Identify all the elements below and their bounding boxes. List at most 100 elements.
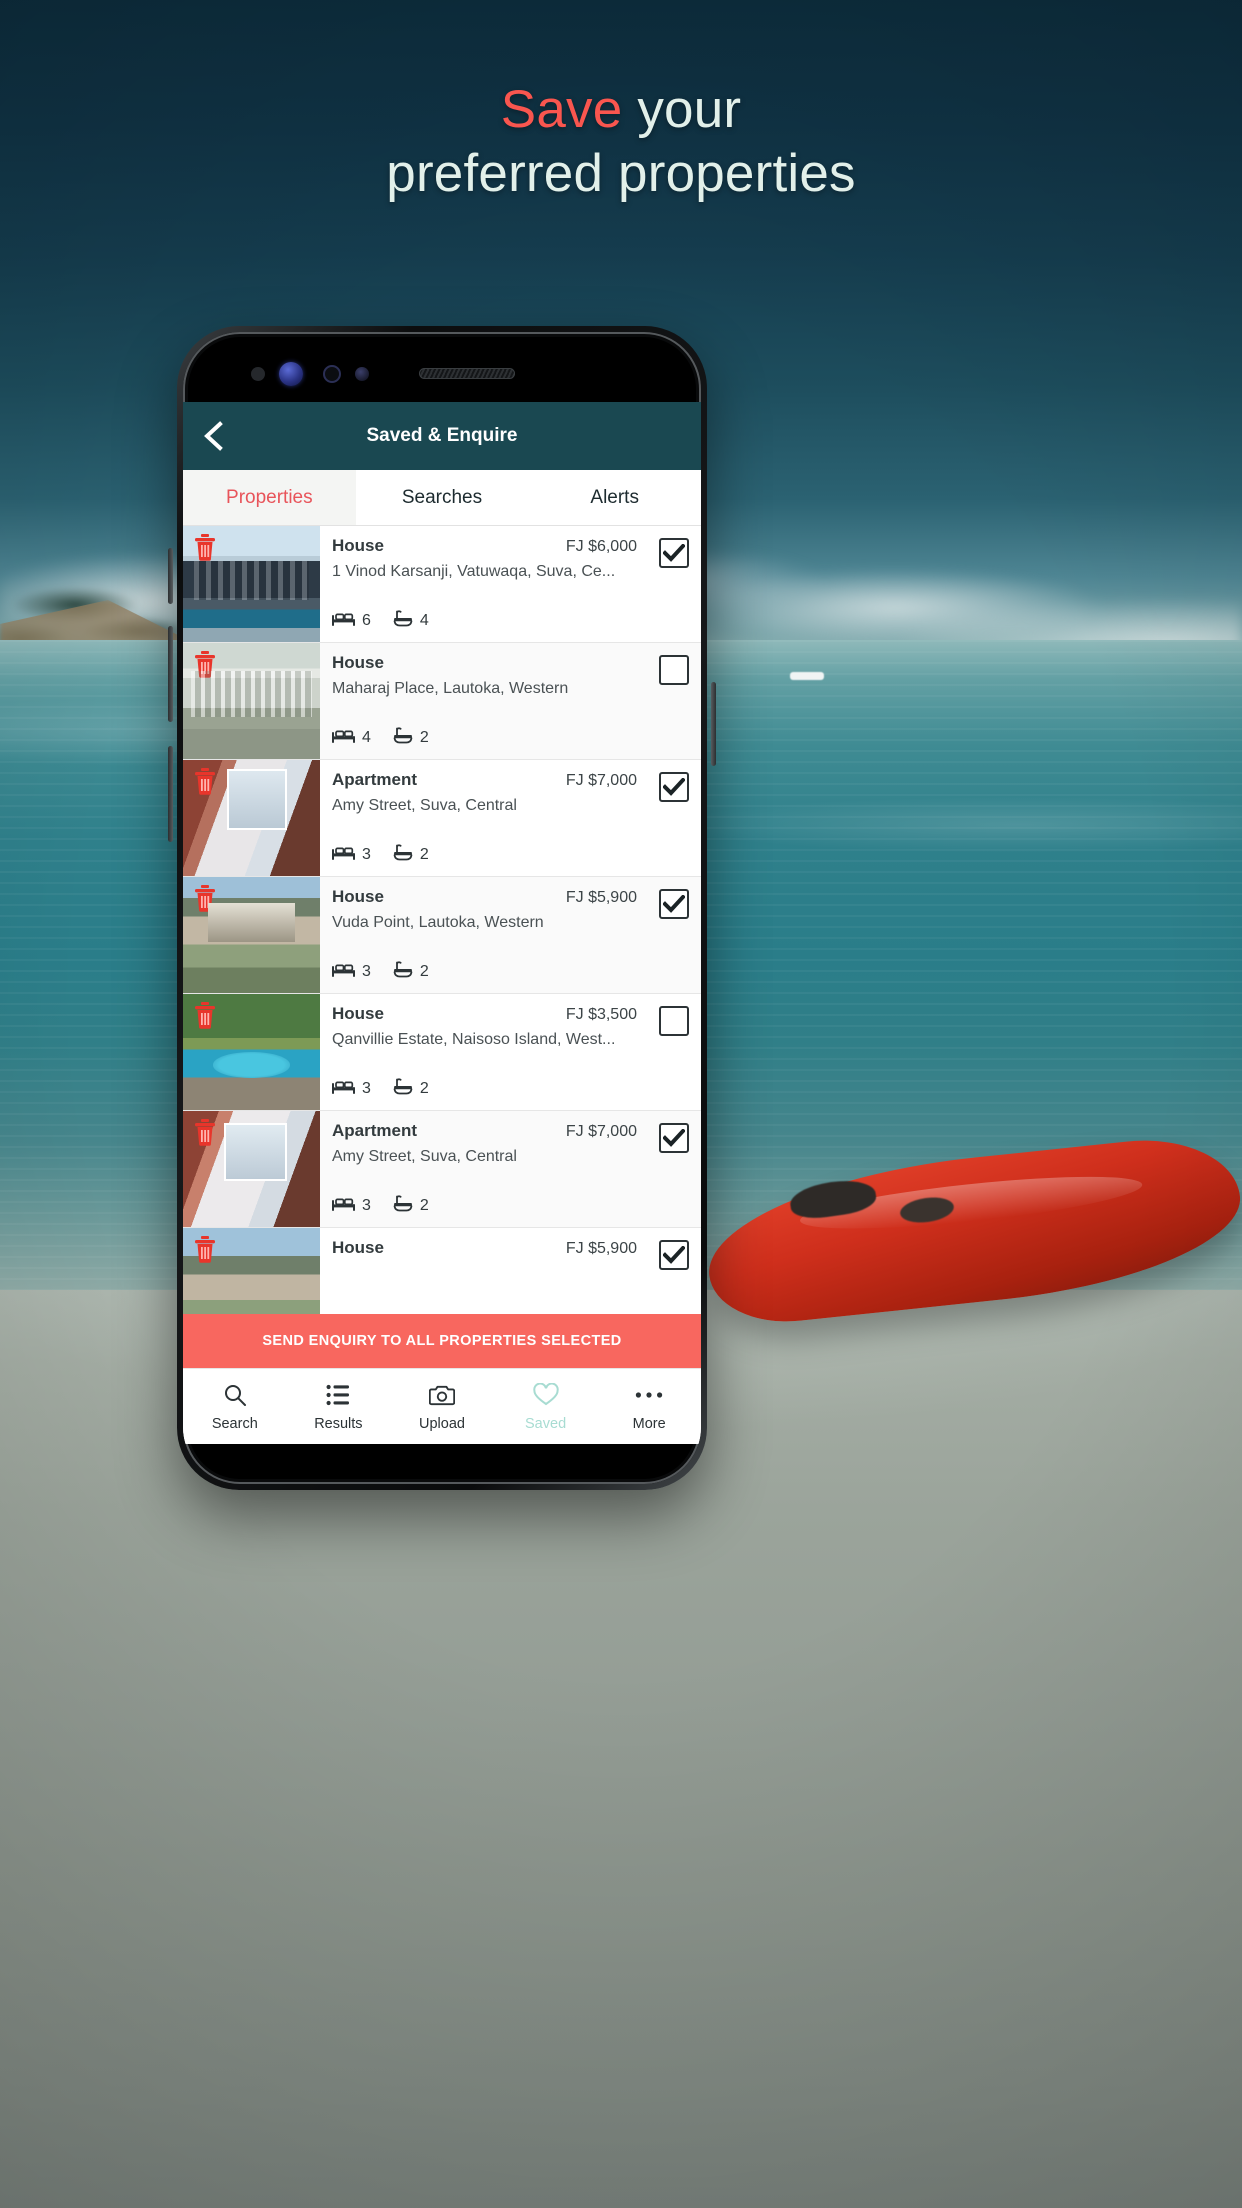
bedrooms: 4 [332, 728, 371, 749]
property-thumbnail[interactable] [183, 526, 320, 642]
nav-item-results[interactable]: Results [287, 1369, 391, 1444]
checkbox-icon[interactable] [659, 889, 689, 919]
bath-icon [393, 1195, 413, 1217]
bathrooms-count: 2 [419, 1197, 429, 1214]
table-row[interactable]: Apartment FJ $7,000 Amy Street, Suva, Ce… [183, 760, 701, 877]
back-button[interactable] [183, 402, 243, 470]
trash-icon[interactable] [192, 1118, 218, 1146]
phone-volume-up-button[interactable] [168, 626, 173, 722]
bed-icon [332, 728, 355, 749]
checkbox-icon[interactable] [659, 655, 689, 685]
select-cell [647, 994, 701, 1110]
property-type: Apartment [332, 1121, 418, 1140]
headline-accent-word: Save [500, 80, 623, 139]
property-header: Apartment FJ $7,000 [332, 1121, 647, 1141]
iris-scanner-icon [279, 362, 303, 386]
property-features: 3 2 [332, 1078, 647, 1110]
property-thumbnail[interactable] [183, 1228, 320, 1314]
bedrooms-count: 6 [362, 612, 371, 629]
phone-mockup: Saved & Enquire Properties Searches Aler… [168, 326, 716, 1490]
bath-icon [393, 727, 413, 749]
ellipsis-icon [635, 1382, 663, 1408]
checkbox-icon[interactable] [659, 772, 689, 802]
tab-properties[interactable]: Properties [183, 470, 356, 525]
table-row[interactable]: House FJ $5,900 Vuda Point, Lautoka, Wes… [183, 877, 701, 994]
checkbox-icon[interactable] [659, 1006, 689, 1036]
front-camera-icon [355, 367, 369, 381]
bath-icon [393, 610, 413, 632]
property-price: FJ $7,000 [565, 1123, 637, 1140]
bedrooms-count: 3 [362, 1080, 371, 1097]
bathrooms: 2 [393, 1195, 429, 1217]
property-thumbnail[interactable] [183, 994, 320, 1110]
bedrooms: 3 [332, 1079, 371, 1100]
chevron-left-icon [201, 421, 225, 451]
checkbox-icon[interactable] [659, 538, 689, 568]
tab-searches[interactable]: Searches [355, 470, 529, 525]
bedrooms-count: 4 [362, 729, 371, 746]
trash-icon[interactable] [192, 884, 218, 912]
select-cell [647, 877, 701, 993]
bed-icon [332, 845, 355, 866]
phone-volume-down-button[interactable] [168, 746, 173, 842]
trash-icon[interactable] [192, 533, 218, 561]
headline-line-1: Save your [0, 78, 1242, 142]
tab-alerts[interactable]: Alerts [528, 470, 701, 525]
headline-line-2: preferred properties [386, 144, 856, 203]
property-thumbnail[interactable] [183, 760, 320, 876]
phone-screen-frame: Saved & Enquire Properties Searches Aler… [183, 332, 701, 1484]
phone-power-button[interactable] [711, 682, 716, 766]
bathrooms-count: 2 [419, 846, 429, 863]
property-details: House FJ $3,500 Qanvillie Estate, Naisos… [320, 994, 647, 1110]
phone-bixby-button[interactable] [168, 548, 173, 604]
property-thumbnail[interactable] [183, 1111, 320, 1227]
bedrooms: 3 [332, 962, 371, 983]
trash-icon[interactable] [192, 650, 218, 678]
bathrooms-count: 2 [419, 963, 429, 980]
property-thumbnail[interactable] [183, 877, 320, 993]
nav-item-saved[interactable]: Saved [494, 1369, 598, 1444]
property-header: House [332, 653, 647, 673]
property-header: House FJ $5,900 [332, 1238, 647, 1258]
property-header: House FJ $5,900 [332, 887, 647, 907]
bedrooms-count: 3 [362, 963, 371, 980]
nav-item-more[interactable]: More [597, 1369, 701, 1444]
table-row[interactable]: House Maharaj Place, Lautoka, Western 4 … [183, 643, 701, 760]
bathrooms: 2 [393, 844, 429, 866]
trash-icon[interactable] [192, 1235, 218, 1263]
bedrooms-count: 3 [362, 1197, 371, 1214]
table-row[interactable]: House FJ $5,900 [183, 1228, 701, 1314]
property-details: House FJ $5,900 Vuda Point, Lautoka, Wes… [320, 877, 647, 993]
property-thumbnail[interactable] [183, 643, 320, 759]
property-features: 6 4 [332, 610, 647, 642]
bed-icon [332, 962, 355, 983]
headline-line-1-rest: your [622, 80, 742, 139]
bed-icon [332, 1079, 355, 1100]
property-address: Amy Street, Suva, Central [332, 1148, 517, 1165]
bed-icon [332, 1196, 355, 1217]
bottom-navigation: Search Results Upload Saved More [183, 1368, 701, 1444]
table-row[interactable]: House FJ $6,000 1 Vinod Karsanji, Vatuwa… [183, 526, 701, 643]
checkbox-icon[interactable] [659, 1123, 689, 1153]
trash-icon[interactable] [192, 767, 218, 795]
checkbox-icon[interactable] [659, 1240, 689, 1270]
property-header: House FJ $3,500 [332, 1004, 647, 1024]
saved-properties-list[interactable]: House FJ $6,000 1 Vinod Karsanji, Vatuwa… [183, 526, 701, 1314]
app-bar: Saved & Enquire [183, 402, 701, 470]
table-row[interactable]: House FJ $3,500 Qanvillie Estate, Naisos… [183, 994, 701, 1111]
nav-item-upload[interactable]: Upload [390, 1369, 494, 1444]
property-details: House FJ $6,000 1 Vinod Karsanji, Vatuwa… [320, 526, 647, 642]
bathrooms: 2 [393, 1078, 429, 1100]
property-header: House FJ $6,000 [332, 536, 647, 556]
property-details: House Maharaj Place, Lautoka, Western 4 … [320, 643, 647, 759]
send-enquiry-button[interactable]: SEND ENQUIRY TO ALL PROPERTIES SELECTED [183, 1314, 701, 1368]
property-details: House FJ $5,900 [320, 1228, 647, 1314]
nav-item-search[interactable]: Search [183, 1369, 287, 1444]
select-cell [647, 643, 701, 759]
trash-icon[interactable] [192, 1001, 218, 1029]
list-icon [326, 1382, 350, 1408]
table-row[interactable]: Apartment FJ $7,000 Amy Street, Suva, Ce… [183, 1111, 701, 1228]
proximity-sensor-icon [251, 367, 265, 381]
bedrooms: 6 [332, 611, 371, 632]
bathrooms-count: 4 [419, 612, 429, 629]
